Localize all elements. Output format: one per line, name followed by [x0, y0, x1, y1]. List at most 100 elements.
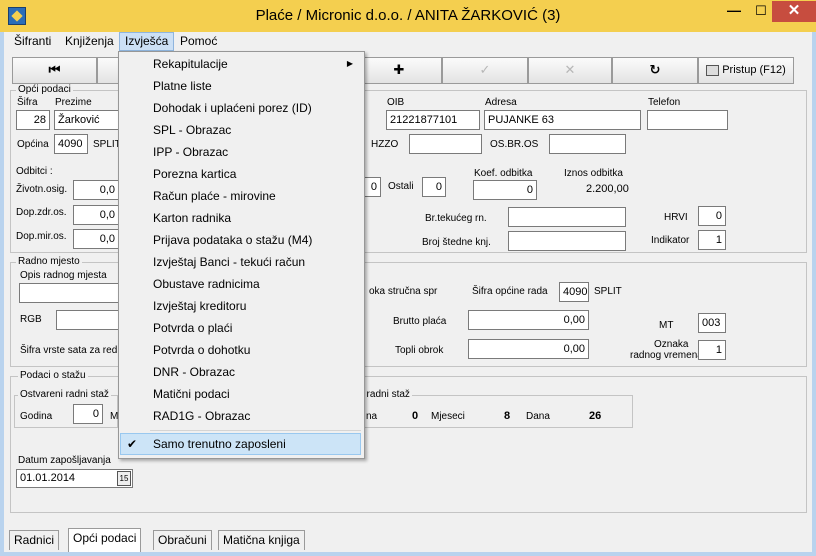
godina-input[interactable]: 0 — [73, 404, 103, 424]
menu-item-potvrda-placi[interactable]: Potvrda o plaći — [120, 317, 361, 339]
x-icon: ✕ — [564, 63, 576, 78]
menu-item-samo-trenutno[interactable]: ✔ Samo trenutno zaposleni — [120, 433, 361, 455]
menu-item-rekapitulacije[interactable]: Rekapitulacije ▶ — [120, 53, 361, 75]
datum-value: 01.01.2014 — [20, 472, 76, 484]
dopzdr-label: Dop.zdr.os. — [16, 207, 67, 218]
refresh-icon: ↻ — [649, 63, 661, 78]
osbr-label: OS.BR.OS — [490, 139, 539, 150]
menu-sifranti[interactable]: Šifranti — [9, 32, 56, 51]
tab-opci-podaci[interactable]: Opći podaci — [68, 528, 142, 552]
menu-izvjesca[interactable]: Izvješća — [119, 32, 175, 51]
osbr-input[interactable] — [549, 134, 626, 154]
tab-obracuni[interactable]: Obračuni — [153, 530, 212, 550]
sifra-opcine-input[interactable]: 4090 — [559, 282, 589, 302]
mt-input[interactable]: 003 — [698, 313, 726, 333]
ostali-input[interactable]: 0 — [422, 177, 446, 197]
sifra-opcine-name: SPLIT — [594, 286, 622, 297]
sifra-label: Šifra — [17, 97, 38, 108]
koef-label: Koef. odbitka — [474, 168, 533, 179]
dana-value: 26 — [589, 410, 602, 422]
window-title: Plaće / Micronic d.o.o. / ANITA ŽARKOVIĆ… — [255, 7, 561, 24]
iznos-value: 2.200,00 — [586, 183, 629, 195]
menu-knjizenja[interactable]: Knjiženja — [60, 32, 119, 51]
datum-input[interactable]: 01.01.2014 15 — [16, 469, 133, 488]
menu-item-potvrda-dohotku[interactable]: Potvrda o dohotku — [120, 339, 361, 361]
odbitci-input[interactable]: 0 — [363, 177, 381, 197]
menu-item-platne-liste[interactable]: Platne liste — [120, 75, 361, 97]
dopzdr-input[interactable]: 0,0 — [73, 205, 119, 225]
ostali-label: Ostali — [388, 181, 414, 192]
adresa-label: Adresa — [485, 97, 517, 108]
brutto-label: Brutto plaća — [393, 316, 447, 327]
opis-input[interactable] — [19, 283, 119, 303]
menu-item-dnr[interactable]: DNR - Obrazac — [120, 361, 361, 383]
confirm-button[interactable]: ✓ — [442, 57, 528, 84]
indikator-label: Indikator — [651, 235, 690, 246]
menu-item-porezna-kartica[interactable]: Porezna kartica — [120, 163, 361, 185]
oznaka-input[interactable]: 1 — [698, 340, 726, 360]
minimize-button[interactable]: — — [720, 1, 748, 22]
app-icon[interactable] — [8, 7, 26, 25]
prezime-label: Prezime — [55, 97, 92, 108]
sifra-input[interactable]: 28 — [16, 110, 50, 130]
opis-label: Opis radnog mjesta — [20, 270, 107, 281]
telefon-input[interactable] — [647, 110, 728, 130]
maximize-button[interactable]: ☐ — [748, 1, 774, 22]
na-label: na — [366, 411, 378, 422]
menu-item-ipp[interactable]: IPP - Obrazac — [120, 141, 361, 163]
refresh-button[interactable]: ↻ — [612, 57, 698, 84]
add-button[interactable]: ✚ — [356, 57, 442, 84]
menu-item-izvjestaj-kreditoru[interactable]: Izvještaj kreditoru — [120, 295, 361, 317]
dana-label: Dana — [526, 411, 550, 422]
hrvi-label: HRVI — [664, 212, 688, 223]
menu-item-izvjestaj-banci[interactable]: Izvještaj Banci - tekući račun — [120, 251, 361, 273]
menu-item-karton-radnika[interactable]: Karton radnika — [120, 207, 361, 229]
topli-input[interactable]: 0,00 — [468, 339, 589, 359]
printer-icon — [706, 64, 720, 76]
menu-item-prijava-m4[interactable]: Prijava podataka o stažu (M4) — [120, 229, 361, 251]
pristup-label: Pristup (F12) — [722, 64, 786, 76]
opcina-input[interactable]: 4090 — [54, 134, 88, 154]
plus-icon: ✚ — [393, 63, 405, 78]
iznos-label: Iznos odbitka — [564, 168, 623, 179]
indikator-input[interactable]: 1 — [698, 230, 726, 250]
rgb-input[interactable] — [56, 310, 119, 330]
tab-radnici[interactable]: Radnici — [9, 530, 60, 550]
topli-label: Topli obrok — [395, 345, 444, 356]
sifra-vrste-label: Šifra vrste sata za red — [20, 345, 118, 356]
cancel-button[interactable]: ✕ — [528, 57, 612, 84]
oib-input[interactable]: 21221877101 — [386, 110, 480, 130]
zivotn-input[interactable]: 0,0 — [73, 180, 119, 200]
menu-item-label: Rekapitulacije — [153, 57, 228, 71]
menu-item-dohodak[interactable]: Dohodak i uplaćeni porez (ID) — [120, 97, 361, 119]
oznaka-label-2: radnog vremena — [630, 350, 703, 361]
telefon-label: Telefon — [648, 97, 681, 108]
menu-item-spl[interactable]: SPL - Obrazac — [120, 119, 361, 141]
first-record-button[interactable]: ⏮ — [12, 57, 97, 84]
staz-title: Podaci o stažu — [18, 370, 88, 382]
menu-item-racun-place[interactable]: Račun plaće - mirovine — [120, 185, 361, 207]
tab-maticna-knjiga[interactable]: Matična knjiga — [218, 530, 305, 550]
menu-item-maticni-podaci[interactable]: Matični podaci — [120, 383, 361, 405]
menu-pomoc[interactable]: Pomoć — [175, 32, 222, 51]
prev-record-button[interactable] — [97, 57, 119, 84]
adresa-input[interactable]: PUJANKE 63 — [484, 110, 641, 130]
pristup-button[interactable]: Pristup (F12) — [698, 57, 794, 84]
brtek-input[interactable] — [508, 207, 626, 227]
brstednje-input[interactable] — [508, 231, 626, 251]
radno-mjesto-title: Radno mjesto — [16, 256, 82, 268]
hrvi-input[interactable]: 0 — [698, 206, 726, 226]
opcina-label: Općina — [17, 139, 49, 150]
prezime-input[interactable]: Žarković — [54, 110, 119, 130]
koef-input[interactable]: 0 — [473, 180, 537, 200]
close-button[interactable]: ✕ — [772, 1, 816, 22]
hzzo-input[interactable] — [409, 134, 482, 154]
mjeseci-label: Mjeseci — [431, 411, 465, 422]
odbitci-label: Odbitci : — [16, 166, 53, 177]
menu-item-obustave[interactable]: Obustave radnicima — [120, 273, 361, 295]
dopmir-input[interactable]: 0,0 — [73, 229, 119, 249]
submenu-arrow-icon: ▶ — [346, 59, 353, 68]
menu-item-rad1g[interactable]: RAD1G - Obrazac — [120, 405, 361, 427]
calendar-icon[interactable]: 15 — [117, 471, 131, 486]
brutto-input[interactable]: 0,00 — [468, 310, 589, 330]
